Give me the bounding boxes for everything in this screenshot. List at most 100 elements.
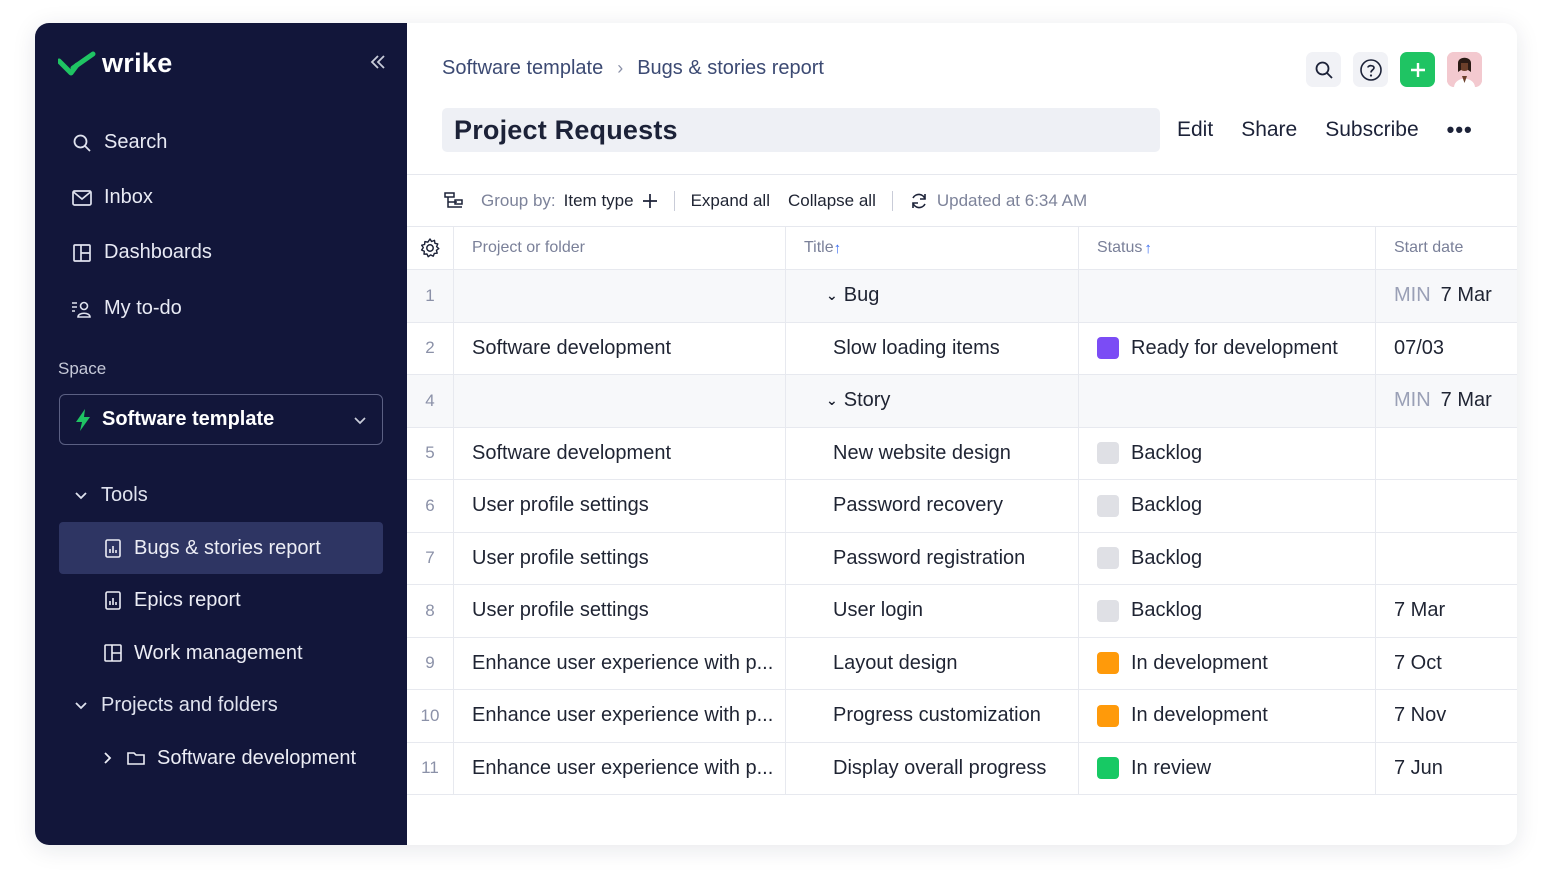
start-date-value: 7 Nov — [1394, 704, 1447, 727]
table-row[interactable]: 2 Software development Slow loading items R… — [407, 322, 1517, 375]
report-title-field[interactable]: Project Requests — [442, 108, 1160, 152]
title-cell[interactable]: Slow loading items — [786, 322, 1079, 374]
title-cell[interactable]: Password registration — [786, 532, 1079, 584]
projects-label: Projects and folders — [101, 694, 278, 716]
tools-label: Tools — [101, 484, 148, 506]
title-cell[interactable]: New website design — [786, 427, 1079, 479]
space-name: Software template — [102, 408, 275, 430]
dashboard-icon — [73, 243, 91, 262]
breadcrumb: Software template › Bugs & stories repor… — [442, 57, 824, 80]
group-by-icon[interactable] — [443, 190, 465, 212]
table-row[interactable]: 8 User profile settings User login Backlog 7… — [407, 585, 1517, 638]
project-value: Software development — [472, 336, 672, 359]
more-options-button[interactable]: ••• — [1447, 117, 1473, 143]
column-header-label: Title — [804, 239, 834, 256]
project-label: Software development — [157, 746, 357, 769]
project-cell[interactable]: Enhance user experience with p... — [454, 742, 786, 794]
start-date-cell[interactable]: 07/03 — [1376, 323, 1517, 375]
expand-all-button[interactable]: Expand all — [691, 191, 770, 211]
top-icons — [1306, 52, 1482, 87]
create-button[interactable] — [1400, 52, 1435, 87]
start-date-cell[interactable] — [1376, 533, 1517, 585]
column-header-project[interactable]: Project or folder — [454, 227, 786, 269]
column-header-title[interactable]: Title ↑ — [786, 227, 1079, 269]
project-cell[interactable]: User profile settings — [454, 532, 786, 584]
avatar[interactable] — [1447, 52, 1482, 87]
tool-work-management[interactable]: Work management — [59, 627, 383, 679]
group-by-control[interactable]: Group by: Item type — [481, 191, 658, 211]
collapse-sidebar-button[interactable] — [367, 51, 389, 73]
table-row[interactable]: 11 Enhance user experience with p... Displ… — [407, 742, 1517, 795]
start-date-value: 7 Jun — [1394, 756, 1443, 779]
table-row[interactable]: 5 Software development New website design B… — [407, 427, 1517, 480]
projects-group[interactable]: Projects and folders — [73, 694, 278, 717]
tool-epics-report[interactable]: Epics report — [59, 574, 383, 626]
title-cell[interactable]: Layout design — [786, 637, 1079, 689]
start-date-cell[interactable] — [1376, 428, 1517, 480]
project-cell[interactable]: Enhance user experience with p... — [454, 690, 786, 742]
group-row[interactable]: 4 ⌄ Story MIN 7 Mar — [407, 375, 1517, 428]
nav-my-todo[interactable]: My to-do — [71, 297, 182, 320]
subscribe-button[interactable]: Subscribe — [1325, 118, 1418, 142]
status-cell[interactable]: Backlog — [1079, 480, 1376, 532]
status-color-swatch — [1097, 337, 1119, 360]
project-cell[interactable]: Software development — [454, 427, 786, 479]
nav-inbox[interactable]: Inbox — [71, 186, 153, 209]
title-cell[interactable]: Progress customization — [786, 690, 1079, 742]
project-cell[interactable]: User profile settings — [454, 480, 786, 532]
gear-icon[interactable] — [419, 237, 441, 259]
help-button[interactable] — [1353, 52, 1388, 87]
table-row[interactable]: 9 Enhance user experience with p... Layout… — [407, 637, 1517, 690]
collapse-all-button[interactable]: Collapse all — [788, 191, 876, 211]
plus-icon[interactable] — [642, 193, 658, 209]
nav-search[interactable]: Search — [71, 131, 167, 154]
tools-group[interactable]: Tools — [73, 484, 148, 507]
title-cell[interactable]: User login — [786, 585, 1079, 637]
nav-dashboards-label: Dashboards — [104, 241, 212, 263]
title-cell[interactable]: Password recovery — [786, 480, 1079, 532]
status-cell[interactable]: In review — [1079, 742, 1376, 794]
column-header-status[interactable]: Status ↑ — [1079, 227, 1376, 269]
project-cell[interactable]: Software development — [454, 322, 786, 374]
breadcrumb-report[interactable]: Bugs & stories report — [637, 57, 824, 80]
column-header-start-date[interactable]: Start date — [1376, 227, 1517, 269]
share-button[interactable]: Share — [1241, 118, 1297, 142]
start-date-value: 7 Mar — [1394, 599, 1446, 622]
table-row[interactable]: 10 Enhance user experience with p... Progr… — [407, 690, 1517, 743]
start-date-cell[interactable] — [1376, 480, 1517, 532]
wrike-logo[interactable]: wrike — [58, 48, 173, 79]
table-row[interactable]: 7 User profile settings Password registrat… — [407, 532, 1517, 585]
status-cell[interactable]: In development — [1079, 637, 1376, 689]
nav-dashboards[interactable]: Dashboards — [71, 241, 212, 264]
group-toggle[interactable]: ⌄ Story — [786, 375, 1079, 427]
tool-bugs-stories-report[interactable]: Bugs & stories report — [59, 522, 383, 574]
dashboard-icon — [104, 644, 122, 662]
project-cell[interactable]: Enhance user experience with p... — [454, 637, 786, 689]
edit-button[interactable]: Edit — [1177, 118, 1213, 142]
project-software-development[interactable]: Software development — [59, 732, 383, 784]
table-row[interactable]: 6 User profile settings Password recovery B… — [407, 480, 1517, 533]
status-cell[interactable]: In development — [1079, 690, 1376, 742]
project-cell[interactable]: User profile settings — [454, 585, 786, 637]
refresh-icon[interactable] — [909, 191, 929, 211]
status-cell[interactable]: Backlog — [1079, 427, 1376, 479]
space-selector[interactable]: Software template — [59, 394, 383, 445]
breadcrumb-space[interactable]: Software template — [442, 57, 603, 80]
chevron-down-icon: ⌄ — [826, 392, 838, 409]
start-date-cell[interactable]: 7 Oct — [1376, 638, 1517, 690]
group-row[interactable]: 1 ⌄ Bug MIN 7 Mar — [407, 270, 1517, 323]
group-toggle[interactable]: ⌄ Bug — [786, 270, 1079, 322]
chevron-right-icon — [104, 752, 112, 764]
status-cell[interactable]: Ready for development — [1079, 322, 1376, 374]
project-value: User profile settings — [472, 546, 649, 569]
start-date-cell[interactable]: 7 Mar — [1376, 585, 1517, 637]
row-number: 6 — [407, 480, 454, 532]
column-header-label: Start date — [1394, 239, 1464, 256]
start-date-cell[interactable]: 7 Jun — [1376, 743, 1517, 795]
nav-my-todo-label: My to-do — [104, 297, 182, 319]
start-date-cell[interactable]: 7 Nov — [1376, 690, 1517, 742]
status-cell[interactable]: Backlog — [1079, 532, 1376, 584]
search-button[interactable] — [1306, 52, 1341, 87]
title-cell[interactable]: Display overall progress — [786, 742, 1079, 794]
status-cell[interactable]: Backlog — [1079, 585, 1376, 637]
